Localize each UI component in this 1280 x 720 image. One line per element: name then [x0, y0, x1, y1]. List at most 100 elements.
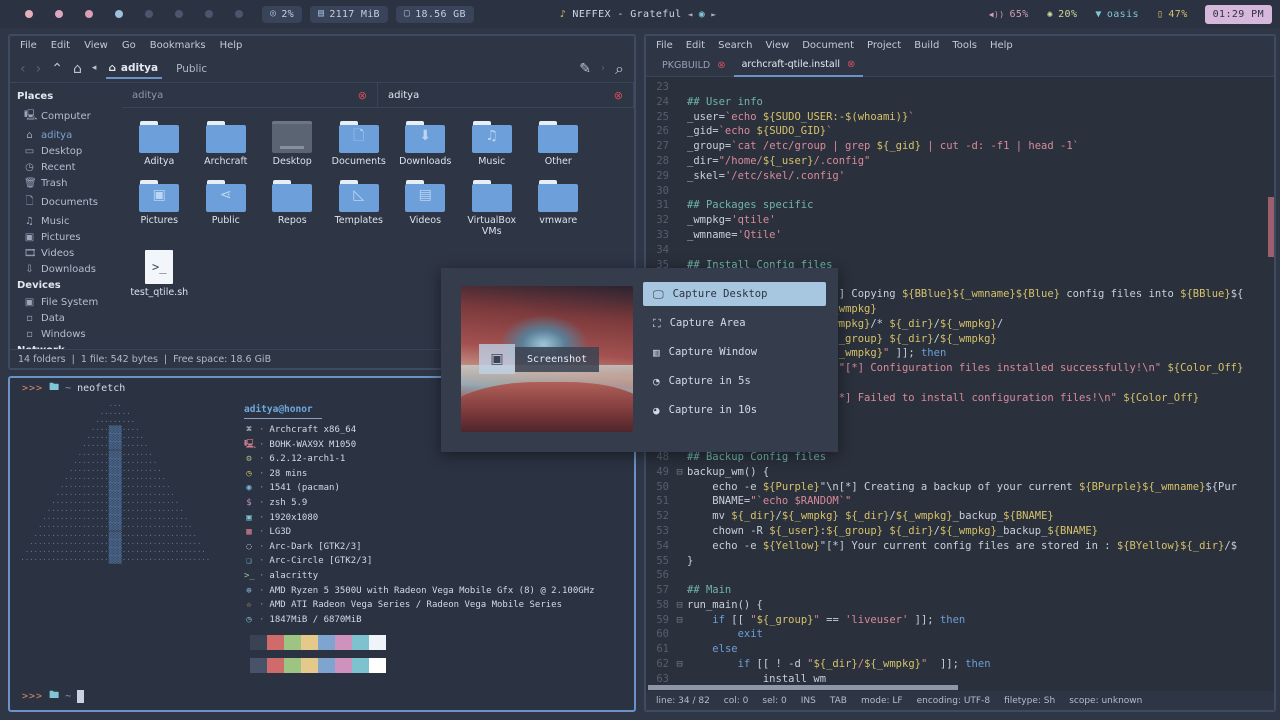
fold-marker[interactable] — [674, 509, 685, 524]
sidebar-item-aditya[interactable]: ⌂ aditya — [10, 127, 122, 143]
pane-tab-2[interactable]: aditya ⊗ — [378, 83, 634, 107]
editor-menu-edit[interactable]: Edit — [686, 40, 705, 51]
editor-menu-view[interactable]: View — [765, 40, 789, 51]
sidebar-item-windows[interactable]: ▫ Windows — [10, 326, 122, 342]
workspace-dot-5[interactable] — [145, 10, 153, 18]
file-item[interactable]: ⬇ Downloads — [392, 116, 459, 175]
file-item[interactable]: ♫ Music — [459, 116, 526, 175]
screenshot-option-capture-in-5s[interactable]: ◔ Capture in 5s — [643, 369, 826, 393]
file-item[interactable]: ◺ Templates — [326, 175, 393, 245]
fold-marker[interactable]: ⊟ — [674, 598, 685, 613]
editor-menu-document[interactable]: Document — [802, 40, 854, 51]
memory-widget[interactable]: ▤ 2117 MiB — [309, 5, 388, 23]
network-widget[interactable]: ▼ oasis — [1095, 9, 1139, 20]
fold-marker[interactable] — [674, 154, 685, 169]
file-item[interactable]: ▣ Pictures — [126, 175, 193, 245]
editor-vertical-scrollbar[interactable] — [1268, 77, 1274, 684]
editor-menu-file[interactable]: File — [656, 40, 673, 51]
music-play-icon[interactable]: ◉ — [699, 9, 705, 20]
screenshot-menu-popup[interactable]: ▣ Screenshot 🖵 Capture Desktop ⛶ Capture Ar… — [441, 268, 838, 452]
disk-widget[interactable]: ▢ 18.56 GB — [395, 5, 474, 23]
forward-icon[interactable]: › — [36, 62, 42, 76]
fm-menu-view[interactable]: View — [84, 40, 108, 51]
fold-marker[interactable] — [674, 80, 685, 95]
pane-tab-1[interactable]: aditya ⊗ — [122, 83, 378, 107]
fold-marker[interactable] — [674, 642, 685, 657]
music-prev-icon[interactable]: ◄ — [688, 10, 693, 19]
editor-hscroll-thumb[interactable] — [648, 685, 958, 690]
file-item[interactable]: Other — [525, 116, 592, 175]
close-icon[interactable]: ⊗ — [614, 89, 623, 102]
battery-widget[interactable]: ▯ 47% — [1157, 9, 1188, 20]
fold-marker[interactable] — [674, 124, 685, 139]
up-icon[interactable]: ⌃ — [51, 62, 63, 76]
fm-menu-file[interactable]: File — [20, 40, 37, 51]
collapse-breadcrumb-icon[interactable]: ◂ — [92, 64, 97, 73]
workspace-dot-8[interactable] — [235, 10, 243, 18]
file-item[interactable]: VirtualBox VMs — [459, 175, 526, 245]
workspace-dot-4[interactable] — [115, 10, 123, 18]
fold-marker[interactable] — [674, 450, 685, 465]
fold-marker[interactable] — [674, 524, 685, 539]
fold-marker[interactable] — [674, 184, 685, 199]
music-next-icon[interactable]: ► — [711, 10, 716, 19]
sidebar-item-desktop[interactable]: ▭ Desktop — [10, 143, 122, 159]
file-item[interactable]: Repos — [259, 175, 326, 245]
fold-marker[interactable] — [674, 554, 685, 569]
fold-marker[interactable] — [674, 480, 685, 495]
sidebar-item-file-system[interactable]: ▣ File System — [10, 294, 122, 310]
sidebar-item-music[interactable]: ♫ Music — [10, 213, 122, 229]
sidebar-item-data[interactable]: ▫ Data — [10, 310, 122, 326]
fold-marker[interactable] — [674, 95, 685, 110]
fold-marker[interactable] — [674, 243, 685, 258]
fm-menu-go[interactable]: Go — [122, 40, 136, 51]
fold-marker[interactable] — [674, 583, 685, 598]
editor-menu-help[interactable]: Help — [990, 40, 1013, 51]
close-icon[interactable]: ⊗ — [358, 89, 367, 102]
screenshot-option-capture-desktop[interactable]: 🖵 Capture Desktop — [643, 282, 826, 306]
screenshot-option-capture-in-10s[interactable]: ◕ Capture in 10s — [643, 398, 826, 422]
editor-menu-project[interactable]: Project — [867, 40, 901, 51]
sidebar-item-downloads[interactable]: ⇩ Downloads — [10, 261, 122, 277]
sidebar-item-recent[interactable]: ◷ Recent — [10, 159, 122, 175]
editor-tab-2[interactable]: archcraft-qtile.install ⊗ — [733, 55, 864, 77]
fm-menu-edit[interactable]: Edit — [51, 40, 70, 51]
sidebar-item-videos[interactable]: 🎞 Videos — [10, 245, 122, 261]
file-item[interactable]: Archcraft — [193, 116, 260, 175]
fold-marker[interactable] — [674, 672, 685, 684]
fold-marker[interactable] — [674, 169, 685, 184]
screenshot-option-capture-area[interactable]: ⛶ Capture Area — [643, 311, 826, 335]
close-icon[interactable]: ⊗ — [717, 60, 725, 71]
fold-marker[interactable]: ⊟ — [674, 657, 685, 672]
fold-marker[interactable] — [674, 494, 685, 509]
fold-marker[interactable] — [674, 198, 685, 213]
sidebar-item-pictures[interactable]: ▣ Pictures — [10, 229, 122, 245]
workspace-dot-2[interactable] — [55, 10, 63, 18]
editor-scroll-thumb[interactable] — [1268, 197, 1274, 257]
workspace-dot-3[interactable] — [85, 10, 93, 18]
fm-menu-bookmarks[interactable]: Bookmarks — [150, 40, 206, 51]
fold-marker[interactable] — [674, 139, 685, 154]
editor-horizontal-scrollbar[interactable] — [646, 684, 1274, 691]
breadcrumb-public[interactable]: Public — [172, 60, 211, 78]
workspace-dot-6[interactable] — [175, 10, 183, 18]
fold-marker[interactable] — [674, 228, 685, 243]
back-icon[interactable]: ‹ — [20, 62, 26, 76]
file-item[interactable]: Aditya — [126, 116, 193, 175]
breadcrumb-home[interactable]: ⌂ aditya — [106, 59, 163, 79]
edit-path-icon[interactable]: ✎ — [579, 62, 591, 76]
fold-marker[interactable]: ⊟ — [674, 613, 685, 628]
fm-menu-help[interactable]: Help — [220, 40, 243, 51]
file-item[interactable]: 🗋 Documents — [326, 116, 393, 175]
terminal-input-line[interactable]: >>> 🖿 ~ — [10, 682, 634, 710]
file-item[interactable]: ▤ Videos — [392, 175, 459, 245]
file-item[interactable]: vmware — [525, 175, 592, 245]
brightness-widget[interactable]: ✺ 20% — [1047, 9, 1078, 20]
clock-widget[interactable]: 01:29 PM — [1204, 4, 1272, 24]
home-icon[interactable]: ⌂ — [73, 62, 82, 76]
volume-widget[interactable]: ◀)) 65% — [989, 9, 1029, 20]
editor-menu-build[interactable]: Build — [914, 40, 939, 51]
screenshot-options-list[interactable]: 🖵 Capture Desktop ⛶ Capture Area ▥ Capture Wi… — [633, 268, 838, 452]
search-icon[interactable]: ⌕ — [615, 60, 624, 77]
sidebar-item-documents[interactable]: 🗋 Documents — [10, 191, 122, 213]
